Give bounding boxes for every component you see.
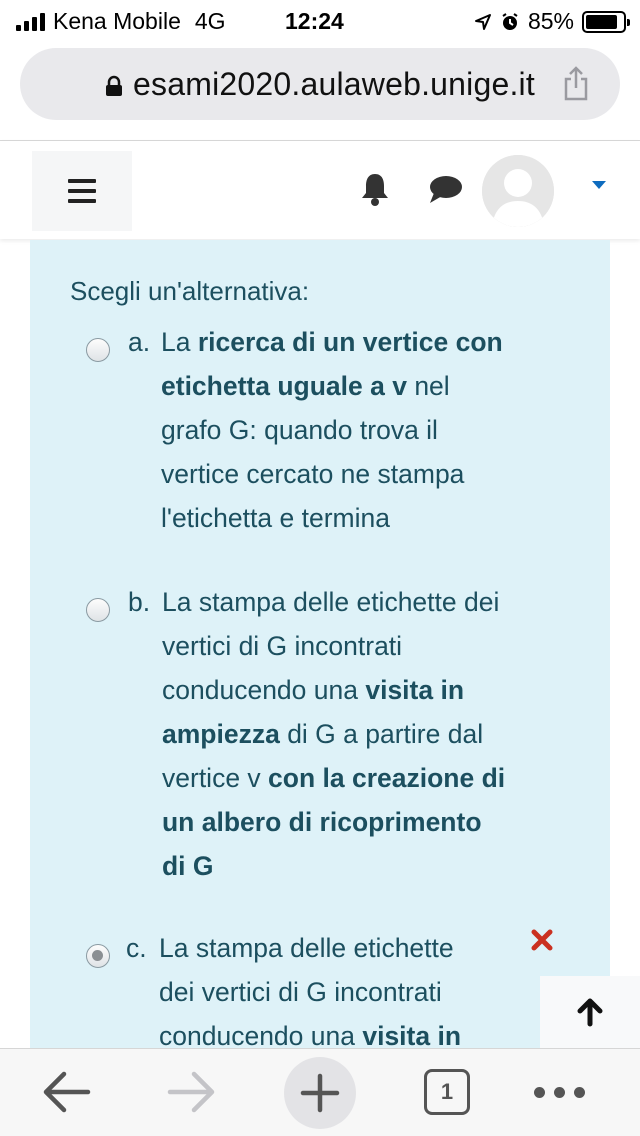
cellular-signal-icon: [16, 12, 45, 31]
battery-level: [586, 14, 617, 29]
option-text-bold: ampiezza: [162, 719, 280, 749]
option-text-line: La ricerca di un vertice con: [161, 320, 503, 364]
option-text-run: grafo G: quando trova il: [161, 415, 438, 445]
forward-arrow-icon[interactable]: [166, 1069, 218, 1115]
incorrect-x-icon: [531, 929, 553, 951]
option-text-bold: con la creazione di: [268, 763, 506, 793]
user-silhouette-icon: [482, 155, 554, 227]
url-display[interactable]: esami2020.aulaweb.unige.it: [105, 66, 535, 103]
browser-toolbar: 1: [0, 1048, 640, 1136]
option-text-run: l'etichetta e termina: [161, 503, 390, 533]
option-text-line: ampiezza di G a partire dal: [162, 712, 505, 756]
location-arrow-icon: [474, 13, 491, 30]
bell-icon[interactable]: [360, 171, 390, 207]
option-text-run: nel: [406, 371, 450, 401]
option-text-line: vertice cercato ne stampa: [161, 452, 503, 496]
more-options-button[interactable]: [534, 1087, 585, 1098]
option-text-bold: etichetta uguale a v: [161, 371, 407, 401]
status-bar: Kena Mobile 4G 12:24 85%: [0, 0, 640, 42]
option-text-line: vertici di G incontrati: [162, 624, 505, 668]
lock-icon: [106, 75, 123, 97]
option-text-bold: ricerca di un vertice con: [197, 327, 503, 357]
chat-bubble-icon[interactable]: [428, 175, 462, 205]
hamburger-icon-bar: [68, 179, 96, 183]
option-text-line: l'etichetta e termina: [161, 496, 503, 540]
option-text-run: La: [161, 327, 198, 357]
option-text-line: grafo G: quando trova il: [161, 408, 503, 452]
option-text-bold: di G: [162, 851, 214, 881]
tab-switcher-button[interactable]: 1: [424, 1069, 470, 1115]
option-text-run: conducendo una: [162, 675, 366, 705]
share-icon[interactable]: [562, 66, 590, 102]
user-avatar[interactable]: [482, 155, 554, 227]
option-text-bold: un albero di ricoprimento: [162, 807, 482, 837]
option-text-line: conducendo una visita in: [162, 668, 505, 712]
option-text-run: conducendo una: [159, 1021, 363, 1051]
plus-icon: [300, 1073, 340, 1113]
option-text: La stampa delle etichette dei vertici di …: [162, 580, 505, 888]
option-letter: a.: [128, 327, 151, 357]
back-to-top-button[interactable]: [540, 976, 640, 1048]
option-text: La ricerca di un vertice con etichetta ug…: [161, 320, 503, 540]
hamburger-menu-button[interactable]: [32, 151, 132, 231]
option-text-run: La stampa delle etichette: [159, 933, 454, 963]
option-text: La stampa delle etichette dei vertici di …: [159, 926, 461, 1058]
option-text-bold: visita in: [362, 1021, 462, 1051]
option-text-line: La stampa delle etichette: [159, 926, 461, 970]
dot: [554, 1087, 565, 1098]
option-text-line: etichetta uguale a v nel: [161, 364, 503, 408]
battery-percent: 85%: [527, 8, 574, 34]
option-text-line: di G: [162, 844, 505, 888]
option-text-run: La stampa delle etichette dei: [162, 587, 500, 617]
option-text-run: di G a partire dal: [279, 719, 484, 749]
user-menu-chevron-down-icon[interactable]: [592, 181, 606, 189]
battery-icon: [582, 10, 630, 33]
question-prompt: Scegli un'alternativa:: [70, 276, 310, 306]
dot: [534, 1087, 545, 1098]
status-right: 85%: [474, 8, 630, 35]
network-type: 4G: [194, 8, 226, 34]
address-bar[interactable]: esami2020.aulaweb.unige.it: [20, 48, 620, 120]
url-text: esami2020.aulaweb.unige.it: [133, 65, 535, 102]
question-panel: Scegli un'alternativa: a. La ricerca di …: [30, 240, 610, 1051]
option-text-run: vertice cercato ne stampa: [161, 459, 465, 489]
option-text-bold: visita in: [365, 675, 465, 705]
option-text-line: dei vertici di G incontrati: [159, 970, 461, 1014]
option-letter: c.: [126, 933, 147, 963]
option-text-run: dei vertici di G incontrati: [159, 977, 442, 1007]
hamburger-icon-bar: [68, 189, 96, 193]
radio-button[interactable]: [86, 338, 110, 362]
option-letter: b.: [128, 587, 151, 617]
back-arrow-icon[interactable]: [40, 1069, 92, 1115]
status-time: 12:24: [285, 8, 344, 34]
option-text-line: vertice v con la creazione di: [162, 756, 505, 800]
alarm-clock-icon: [502, 12, 518, 30]
option-text-run: vertici di G incontrati: [162, 631, 403, 661]
option-text-line: un albero di ricoprimento: [162, 800, 505, 844]
dot: [574, 1087, 585, 1098]
status-left: Kena Mobile 4G: [16, 8, 226, 35]
radio-button[interactable]: [86, 944, 110, 968]
carrier-name: Kena Mobile: [53, 8, 181, 34]
new-tab-button[interactable]: [284, 1057, 356, 1129]
hamburger-icon-bar: [68, 199, 96, 203]
option-text-run: vertice v: [162, 763, 269, 793]
radio-button[interactable]: [86, 598, 110, 622]
arrow-up-icon: [577, 998, 603, 1027]
site-header: [0, 141, 640, 239]
option-text-line: La stampa delle etichette dei: [162, 580, 505, 624]
